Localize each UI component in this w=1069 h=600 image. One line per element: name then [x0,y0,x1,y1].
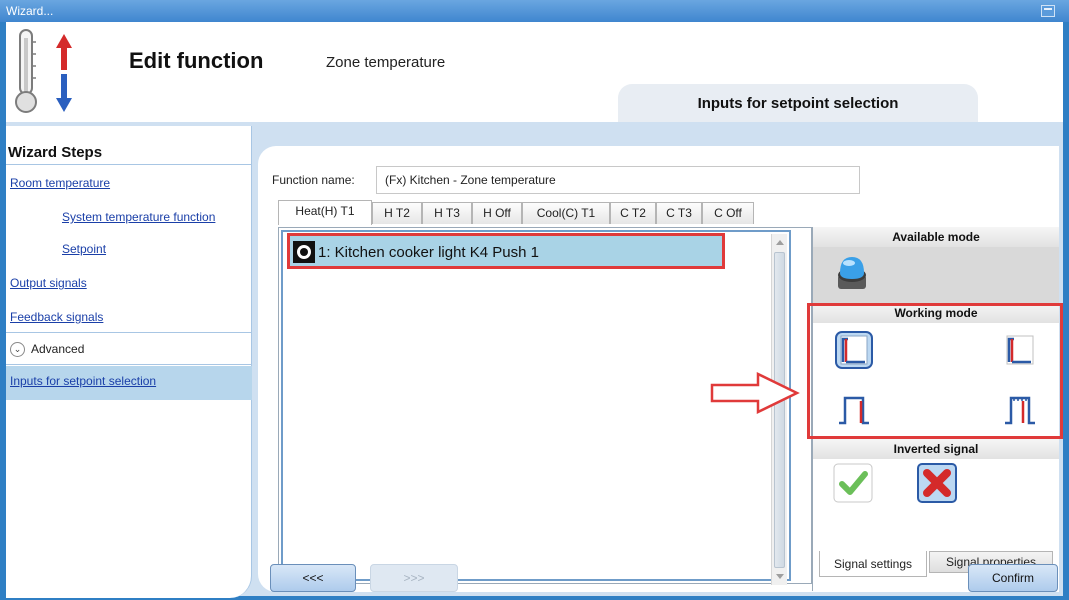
push-button-input-icon [293,241,315,263]
tab-h-t2[interactable]: H T2 [372,202,422,224]
right-arrow-annotation-icon [710,372,800,414]
current-step-tab: Inputs for setpoint selection [618,84,978,122]
sidebar-heading: Wizard Steps [8,144,103,161]
sidebar-advanced-toggle[interactable]: ⌄ Advanced [10,342,85,358]
red-x-icon[interactable] [917,463,957,503]
page-title: Edit function [129,48,264,73]
title-bar: Wizard... [0,0,1069,22]
function-name-label: Function name: [272,173,355,187]
wizard-frame: Edit function Zone temperature Inputs fo… [6,22,1063,598]
push-button-icon[interactable] [835,253,869,293]
sidebar-item-inputs-for-setpoint-selection[interactable]: Inputs for setpoint selection [10,374,156,388]
maximize-icon[interactable] [1041,5,1055,17]
chevron-down-icon: ⌄ [10,342,25,358]
tab-heat-t1[interactable]: Heat(H) T1 [278,200,372,225]
tab-c-off[interactable]: C Off [702,202,754,224]
divider [6,164,252,165]
confirm-button[interactable]: Confirm [968,564,1058,592]
scroll-up-icon[interactable] [776,240,784,245]
next-button[interactable]: >>> [370,564,458,592]
tab-c-t3[interactable]: C T3 [656,202,702,224]
sidebar-item-room-temperature[interactable]: Room temperature [10,176,110,190]
sidebar-item-system-temperature-function[interactable]: System temperature function [62,210,215,224]
sidebar-item-output-signals[interactable]: Output signals [10,276,87,290]
working-mode-highlight [807,303,1063,439]
sidebar-item-feedback-signals[interactable]: Feedback signals [10,310,103,324]
available-mode-heading: Available mode [813,227,1059,247]
main-panel: Function name: (Fx) Kitchen - Zone tempe… [258,146,1063,592]
scroll-down-icon[interactable] [776,574,784,579]
header: Edit function Zone temperature Inputs fo… [6,22,1063,122]
tab-h-off[interactable]: H Off [472,202,522,224]
content-area: Wizard Steps Room temperature System tem… [6,122,1063,598]
inverted-signal-heading: Inverted signal [813,439,1059,459]
page-subtitle: Zone temperature [326,54,446,71]
tab-c-t2[interactable]: C T2 [610,202,656,224]
list-item[interactable]: 1: Kitchen cooker light K4 Push 1 [287,233,725,269]
back-button[interactable]: <<< [270,564,356,592]
tab-cool-t1[interactable]: Cool(C) T1 [522,202,610,224]
thermometer-icon [15,29,72,113]
signal-settings-panel: Available mode Working mode Inverted sig… [807,227,1063,591]
tab-h-t3[interactable]: H T3 [422,202,472,224]
divider [6,364,252,365]
tab-signal-settings[interactable]: Signal settings [819,551,927,577]
checkmark-icon[interactable] [833,463,873,503]
list-item-label: 1: Kitchen cooker light K4 Push 1 [318,244,539,261]
function-name-input[interactable]: (Fx) Kitchen - Zone temperature [376,166,860,194]
wizard-steps-sidebar: Wizard Steps Room temperature System tem… [6,126,252,598]
sidebar-item-setpoint[interactable]: Setpoint [62,242,106,256]
divider [6,332,252,333]
advanced-label: Advanced [31,342,85,356]
window-title: Wizard... [6,4,54,18]
